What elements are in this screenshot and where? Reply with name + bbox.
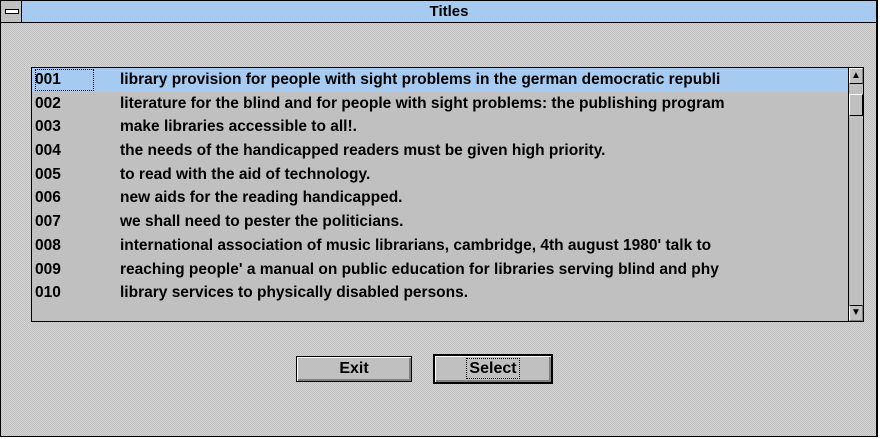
- item-number: 002: [35, 94, 61, 112]
- item-number: 003: [35, 118, 61, 136]
- item-number: 006: [35, 189, 61, 207]
- item-number: 007: [35, 213, 61, 231]
- item-title: new aids for the reading handicapped.: [120, 189, 403, 207]
- item-title: library provision for people with sight …: [120, 71, 721, 88]
- list-item[interactable]: 002 literature for the blind and for peo…: [32, 92, 849, 116]
- list-item[interactable]: 006 new aids for the reading handicapped…: [32, 186, 849, 210]
- item-title: the needs of the handicapped readers mus…: [120, 142, 606, 160]
- minus-bar-icon: [5, 9, 19, 14]
- item-title: literature for the blind and for people …: [120, 94, 725, 112]
- titles-listbox[interactable]: 001 library provision for people with si…: [31, 67, 864, 322]
- arrow-up-icon: ▲: [851, 70, 861, 81]
- item-title: library services to physically disabled …: [120, 284, 469, 302]
- vertical-scrollbar[interactable]: ▲ ▼: [848, 68, 863, 321]
- item-title: reaching people' a manual on public educ…: [120, 260, 719, 278]
- arrow-down-icon: ▼: [851, 307, 861, 318]
- list-item[interactable]: 009 reaching people' a manual on public …: [32, 258, 849, 282]
- item-number: 010: [35, 284, 61, 302]
- scroll-thumb[interactable]: [849, 94, 863, 116]
- system-menu-button[interactable]: [1, 1, 22, 22]
- list-item[interactable]: 005 to read with the aid of technology.: [32, 163, 849, 187]
- titles-window: Titles 001 library provision for people …: [0, 0, 878, 437]
- list-item[interactable]: 007 we shall need to pester the politici…: [32, 210, 849, 234]
- exit-button-label: Exit: [339, 360, 369, 377]
- select-button[interactable]: Select: [433, 354, 553, 384]
- item-title: to read with the aid of technology.: [120, 165, 371, 183]
- item-title: international association of music libra…: [120, 236, 712, 254]
- item-number: 004: [35, 142, 61, 160]
- item-title: we shall need to pester the politicians.: [120, 213, 404, 231]
- item-number: 008: [35, 236, 61, 254]
- list-item[interactable]: 003 make libraries accessible to all!.: [32, 115, 849, 139]
- item-number: 009: [35, 260, 61, 278]
- list-item[interactable]: 010 library services to physically disab…: [32, 281, 849, 305]
- exit-button[interactable]: Exit: [296, 356, 412, 382]
- window-title: Titles: [429, 3, 469, 20]
- list-item[interactable]: 004 the needs of the handicapped readers…: [32, 139, 849, 163]
- list-item[interactable]: 008 international association of music l…: [32, 234, 849, 258]
- select-button-label: Select: [466, 358, 520, 379]
- item-number: 005: [35, 165, 61, 183]
- item-number: 001: [34, 68, 95, 92]
- scroll-up-button[interactable]: ▲: [849, 68, 863, 84]
- titles-list: 001 library provision for people with si…: [32, 68, 849, 321]
- item-title: make libraries accessible to all!.: [120, 118, 357, 136]
- list-item[interactable]: 001 library provision for people with si…: [32, 68, 849, 92]
- scroll-down-button[interactable]: ▼: [849, 305, 863, 321]
- title-bar[interactable]: Titles: [1, 1, 876, 23]
